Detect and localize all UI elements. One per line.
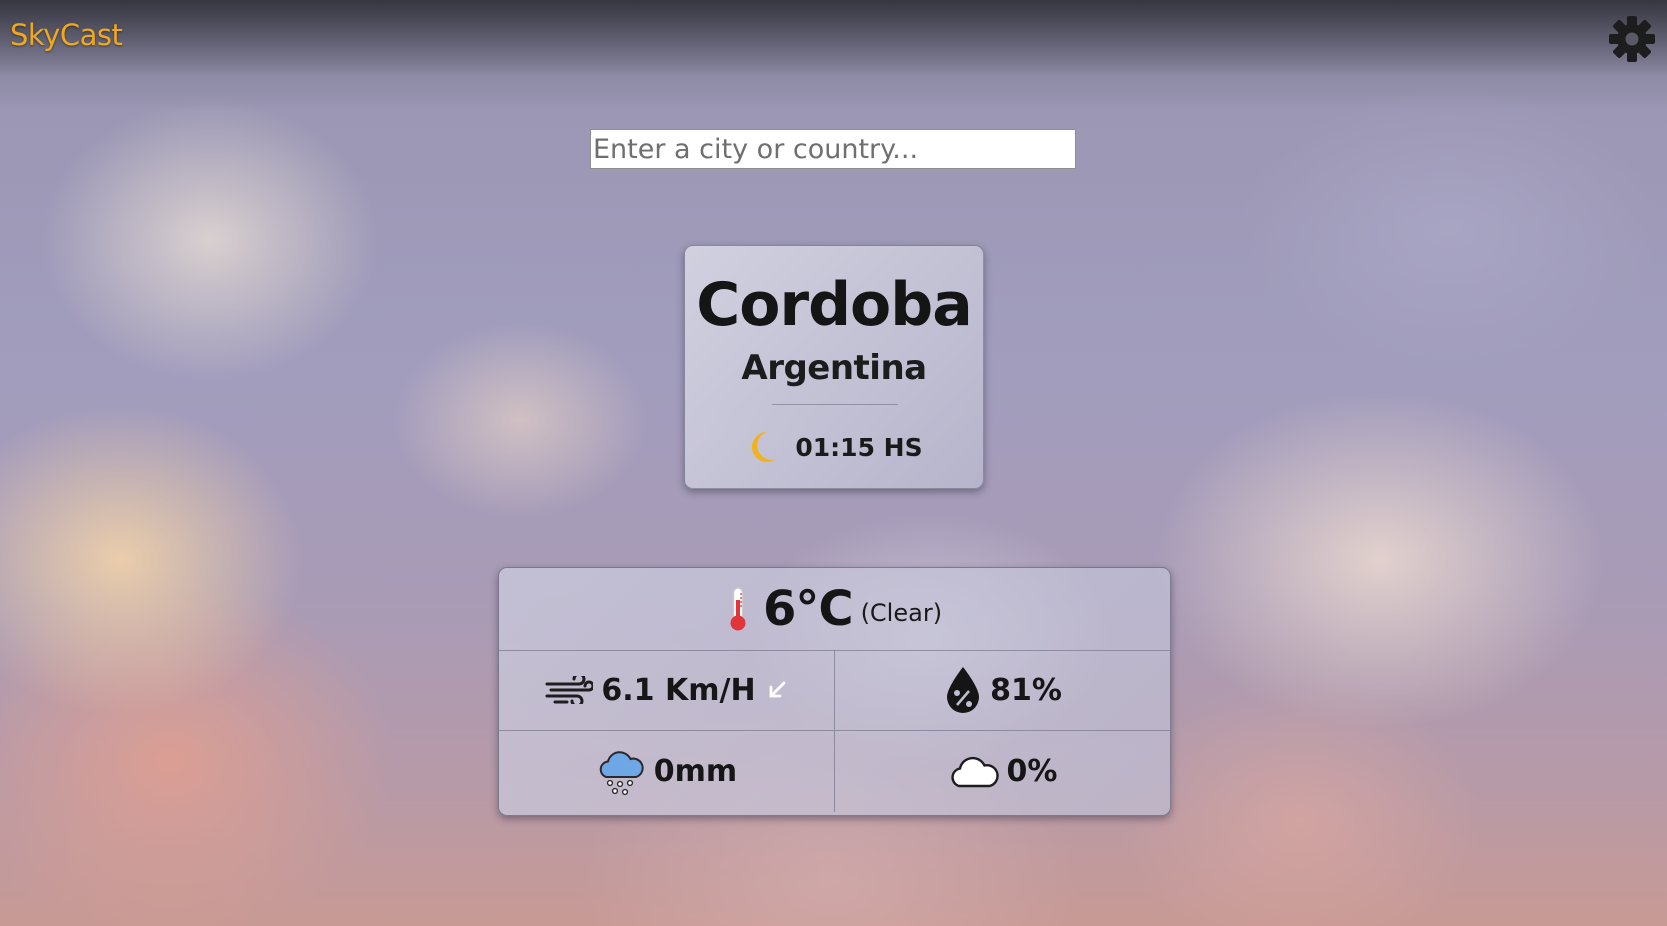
precipitation-cell: 0mm [499, 731, 835, 812]
weather-condition: (Clear) [860, 599, 943, 627]
country-name: Argentina [741, 348, 927, 388]
temperature-value: 6°C [762, 581, 854, 637]
precipitation-value: 0mm [653, 754, 738, 789]
settings-button[interactable] [1607, 14, 1657, 64]
search-input[interactable] [590, 129, 1076, 169]
location-card: Cordoba Argentina 01:15 HS [684, 245, 984, 489]
cloud-icon [950, 756, 999, 787]
wind-cell: 6.1 Km/H [499, 650, 835, 731]
humidity-cell: 81% [835, 650, 1170, 731]
humidity-drop-icon [947, 667, 980, 713]
rain-cloud-icon [599, 750, 644, 795]
weather-stats-panel: 6°C (Clear) 6.1 Km/H 81% 0mm 0% [498, 567, 1171, 816]
wind-icon [545, 676, 594, 704]
thermometer-icon [730, 587, 746, 631]
top-bar [0, 0, 1667, 76]
local-time-row: 01:15 HS [685, 427, 983, 467]
temperature-row: 6°C (Clear) [499, 568, 1170, 651]
gear-icon [1609, 16, 1655, 62]
local-time: 01:15 HS [795, 432, 923, 462]
cloud-cover-value: 0% [1006, 754, 1058, 789]
app-logo[interactable]: SkyCast [10, 18, 123, 52]
moon-icon [752, 432, 777, 462]
arrow-down-left-icon [769, 681, 785, 698]
divider [772, 404, 898, 405]
cloud-cover-cell: 0% [835, 731, 1170, 812]
wind-speed: 6.1 Km/H [601, 672, 756, 708]
humidity-value: 81% [990, 672, 1062, 708]
city-name: Cordoba [696, 270, 972, 340]
